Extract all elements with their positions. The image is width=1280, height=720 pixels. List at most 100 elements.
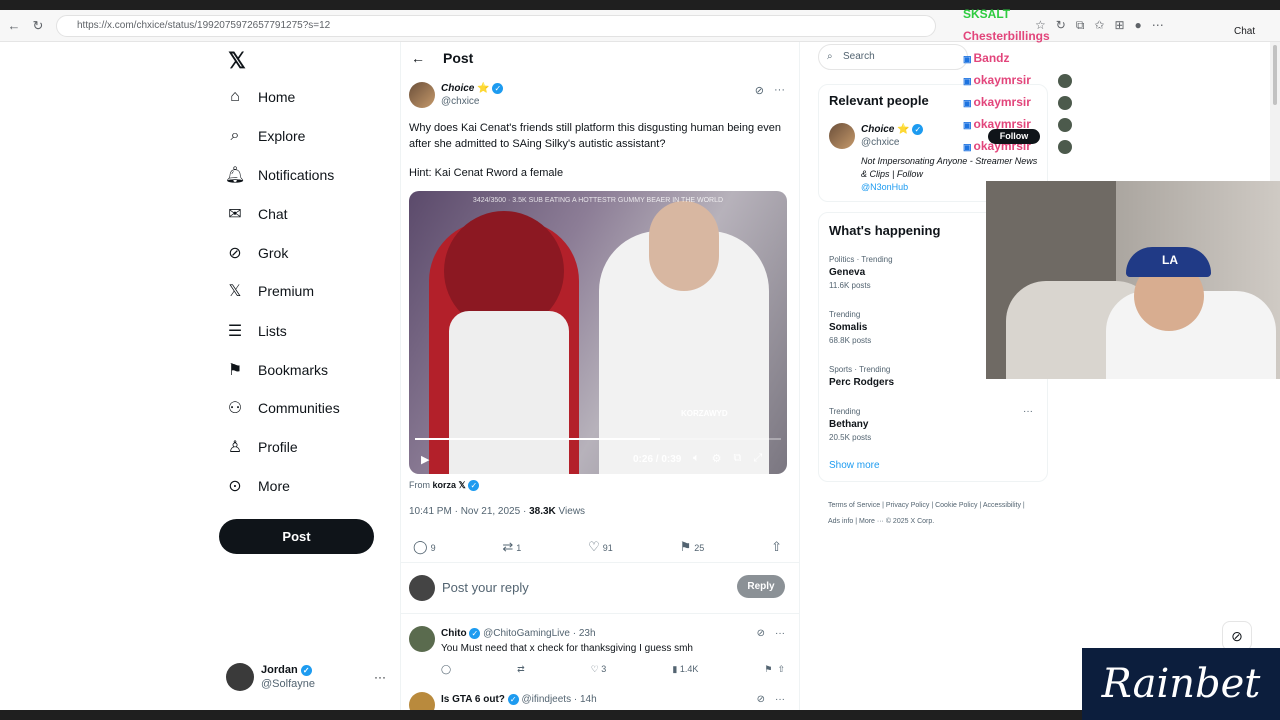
back-arrow-icon[interactable]: ←	[6, 18, 22, 34]
address-bar[interactable]: https://x.com/chxice/status/199207597265…	[56, 15, 936, 37]
author-name: Choice	[441, 83, 475, 94]
nav-item-grok[interactable]: ⊘ Grok	[226, 242, 288, 264]
more-dots-icon[interactable]: ···	[775, 694, 785, 705]
trend-item[interactable]: Sports · Trending Perc Rodgers	[829, 363, 894, 389]
tweet-meta: 10:41 PM · Nov 21, 2025 · 38.3K Views	[409, 506, 586, 517]
like-action[interactable]: ♡ 3	[591, 664, 607, 675]
nav-item-explore[interactable]: ⌕ Explore	[226, 125, 306, 147]
main-column: ← Post Choice ⭐ ✓ @chxice ⊘ ··· Why does…	[400, 42, 800, 718]
person-handle: @chxice	[861, 137, 900, 148]
more-dots-icon[interactable]: ···	[1023, 406, 1033, 417]
profile-icon[interactable]: ●	[1135, 18, 1142, 33]
left-sidebar: 𝕏 ⌂ Home ⌕ Explore 🔔︎ Notifications ✉ Chat ⊘ Grok…	[0, 42, 400, 710]
comment-icon[interactable]: ◯	[441, 664, 451, 675]
video-time: 0:26 / 0:39	[633, 454, 682, 465]
more-dots-icon[interactable]: ···	[374, 670, 386, 684]
verified-badge-icon: ✓	[468, 480, 480, 492]
bell-icon: 🔔︎	[224, 167, 246, 184]
streamer-webcam: LA	[986, 181, 1280, 379]
reply-action[interactable]: ◯ 9	[413, 539, 436, 555]
nav-item-label: Bookmarks	[258, 362, 329, 378]
favorites-icon[interactable]: ✩	[1094, 18, 1104, 33]
tweet-author[interactable]: Choice ⭐ ✓ @chxice	[409, 82, 504, 108]
menu-dots-icon[interactable]: ⋯	[1152, 18, 1164, 33]
nav-item-lists[interactable]: ☰ Lists	[226, 320, 287, 342]
captions-icon[interactable]: ⧉	[733, 452, 741, 465]
avatar	[409, 82, 435, 108]
more-dots-icon[interactable]: ···	[774, 84, 785, 97]
views-action[interactable]: ▮ 1.4K	[672, 664, 698, 675]
nav-item-label: Lists	[258, 323, 287, 339]
avatar[interactable]	[829, 123, 855, 149]
grok-floating-icon[interactable]: ⊘	[1222, 621, 1252, 651]
grok-icon[interactable]: ⊘	[757, 628, 765, 639]
chat-username: Chesterbillings	[963, 29, 1050, 43]
reply-author-name: Chito	[441, 628, 467, 640]
nav-item-communities[interactable]: ⚇ Communities	[226, 397, 340, 419]
repost-icon: ⇄	[502, 539, 514, 554]
search-input[interactable]: ⌕ Search	[818, 44, 968, 70]
repost-action[interactable]: ⇄ 1	[502, 539, 521, 555]
video-player[interactable]: 3424/3500 · 3.5K SUB EATING A HOTTESTR G…	[409, 191, 787, 474]
nav-item-notifications[interactable]: 🔔︎ Notifications	[224, 164, 335, 186]
more-circle-icon: ⊙	[228, 478, 242, 495]
fullscreen-icon[interactable]: ⤢	[753, 452, 762, 465]
back-arrow-icon[interactable]: ←	[411, 50, 425, 66]
bio-link[interactable]: @N3onHub	[861, 182, 908, 192]
nav-item-more[interactable]: ⊙ More	[226, 475, 290, 497]
nav-item-chat[interactable]: ✉ Chat	[226, 203, 287, 225]
trend-item[interactable]: Trending Bethany 20.5K posts	[829, 405, 871, 444]
nav-item-home[interactable]: ⌂ Home	[226, 86, 295, 108]
nav-item-profile[interactable]: ♙ Profile	[226, 436, 298, 458]
bookmark-action[interactable]: ⚑ 25	[680, 539, 705, 555]
account-handle: @Solfayne	[261, 678, 315, 690]
grok-icon[interactable]: ⊘	[757, 694, 765, 705]
video-progress-bar[interactable]	[415, 438, 781, 440]
footer-links[interactable]: Terms of Service | Privacy Policy | Cook…	[828, 498, 1038, 530]
copilot-chat-button[interactable]: Chat	[1234, 26, 1255, 37]
follow-button[interactable]: Follow	[988, 129, 1040, 144]
play-icon[interactable]: ▶	[421, 453, 429, 466]
sponsor-logo: Rainbet	[1082, 648, 1280, 720]
bookmark-icon: ⚑	[227, 362, 243, 379]
trend-item[interactable]: Politics · Trending Geneva 11.6K posts	[829, 253, 893, 292]
show-more-link[interactable]: Show more	[829, 460, 880, 471]
like-action[interactable]: ♡ 91	[588, 539, 613, 555]
trend-item[interactable]: Trending Somalis 68.8K posts	[829, 308, 871, 347]
compose-post-button[interactable]: Post	[219, 519, 374, 554]
bookmark-icon: ⚑	[679, 539, 692, 554]
reply-button[interactable]: Reply	[737, 575, 785, 598]
chat-avatar-icon	[1058, 118, 1072, 132]
envelope-icon: ✉	[228, 206, 242, 223]
window-bottom-bar	[0, 710, 1082, 720]
verified-badge-icon: ✓	[507, 694, 519, 705]
more-dots-icon[interactable]: ···	[775, 628, 785, 639]
x-logo-icon[interactable]: 𝕏	[226, 48, 248, 74]
source-account-link[interactable]: korza 𝕏	[433, 480, 466, 490]
collections-icon[interactable]: ⊞	[1114, 18, 1124, 33]
nav-item-bookmarks[interactable]: ⚑ Bookmarks	[226, 359, 328, 381]
video-caption: 3424/3500 · 3.5K SUB EATING A HOTTESTR G…	[472, 197, 724, 204]
repost-icon[interactable]: ⇄	[517, 664, 525, 675]
chat-username: ▣ okaymrsir	[963, 95, 1031, 109]
chat-avatar-icon	[1058, 140, 1072, 154]
nav-item-premium[interactable]: 𝕏 Premium	[226, 280, 314, 302]
scrollbar-thumb[interactable]	[1273, 45, 1277, 105]
section-title: What's happening	[829, 223, 941, 238]
extension-icon[interactable]: ⧉	[1076, 18, 1085, 33]
search-icon: ⌕	[230, 127, 240, 144]
nav-item-label: Notifications	[258, 167, 335, 183]
home-icon: ⌂	[230, 88, 240, 105]
share-icon[interactable]: ⇧	[771, 539, 785, 555]
reload-icon[interactable]: ↻	[30, 18, 46, 34]
settings-gear-icon[interactable]: ⚙	[712, 452, 722, 465]
volume-icon[interactable]: 🔈︎	[693, 452, 700, 465]
grok-icon[interactable]: ⊘	[755, 84, 764, 97]
reply-input[interactable]: Post your reply	[442, 580, 529, 595]
person-icon: ♙	[227, 439, 243, 456]
person-name[interactable]: Choice	[861, 124, 894, 135]
search-icon: ⌕	[827, 51, 833, 62]
refresh-icon[interactable]: ↻	[1056, 18, 1066, 33]
bookmark-icon[interactable]: ⚑ ⇧	[764, 664, 785, 675]
account-switcher[interactable]: Jordan ✓ @Solfayne ···	[226, 662, 386, 692]
